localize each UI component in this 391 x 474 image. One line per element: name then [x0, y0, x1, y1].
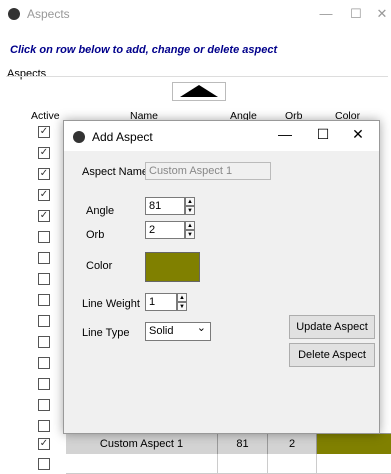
- app-icon: [8, 8, 20, 20]
- line-weight-spin-down[interactable]: ▼: [177, 302, 187, 311]
- cell-angle: 81: [218, 434, 268, 454]
- cell-angle: [218, 454, 268, 473]
- instruction-text: Click on row below to add, change or del…: [10, 44, 278, 56]
- aspect-name-label: Aspect Name: [82, 166, 149, 178]
- app-icon: [73, 131, 85, 143]
- orb-input[interactable]: 2: [145, 221, 185, 239]
- dialog-title: Add Aspect: [92, 130, 153, 144]
- cell-name: Custom Aspect 1: [66, 434, 218, 454]
- active-checkbox[interactable]: [38, 420, 50, 432]
- active-checkbox[interactable]: [38, 231, 50, 243]
- active-checkbox[interactable]: [38, 357, 50, 369]
- color-label: Color: [86, 260, 113, 272]
- active-checkbox[interactable]: [38, 315, 50, 327]
- line-type-select[interactable]: Solid ⌄: [145, 322, 211, 341]
- chevron-down-icon: ⌄: [196, 322, 206, 334]
- active-checkbox[interactable]: ✓: [38, 126, 50, 138]
- active-checkbox[interactable]: ✓: [38, 147, 50, 159]
- close-button[interactable]: ✕: [372, 6, 391, 22]
- update-aspect-button[interactable]: Update Aspect: [289, 315, 375, 339]
- move-up-button[interactable]: [172, 82, 226, 101]
- aspect-name-field[interactable]: Custom Aspect 1: [145, 162, 271, 180]
- dialog-maximize-button[interactable]: ☐: [312, 126, 334, 144]
- active-checkbox[interactable]: [38, 273, 50, 285]
- cell-name: [66, 454, 218, 473]
- orb-label: Orb: [86, 229, 105, 241]
- active-checkbox[interactable]: ✓: [38, 168, 50, 180]
- dialog-close-button[interactable]: ✕: [347, 126, 369, 144]
- cell-color: [317, 434, 391, 454]
- active-checkbox[interactable]: [38, 399, 50, 411]
- orb-spin-down[interactable]: ▼: [185, 230, 195, 239]
- group-divider: [6, 76, 388, 77]
- active-checkbox[interactable]: [38, 294, 50, 306]
- add-aspect-dialog: Add Aspect — ☐ ✕ Aspect Name Custom Aspe…: [63, 120, 380, 434]
- maximize-button[interactable]: ☐: [346, 6, 366, 22]
- active-checkbox[interactable]: [38, 252, 50, 264]
- angle-label: Angle: [86, 205, 115, 217]
- table-row[interactable]: Custom Aspect 1 81 2: [66, 433, 391, 455]
- active-checkbox[interactable]: ✓: [38, 438, 50, 450]
- cell-orb: 2: [268, 434, 317, 454]
- angle-spin-up[interactable]: ▲: [185, 197, 195, 206]
- active-checkbox[interactable]: [38, 378, 50, 390]
- line-weight-spin-up[interactable]: ▲: [177, 293, 187, 302]
- dialog-minimize-button[interactable]: —: [274, 126, 296, 144]
- angle-input[interactable]: 81: [145, 197, 185, 215]
- line-weight-input[interactable]: 1: [145, 293, 177, 311]
- dialog-titlebar: Add Aspect — ☐ ✕: [64, 121, 379, 151]
- active-checkbox[interactable]: ✓: [38, 210, 50, 222]
- line-type-value: Solid: [149, 325, 174, 337]
- aspects-group-label: Aspects: [7, 68, 47, 80]
- cell-orb: [268, 454, 317, 473]
- up-arrow-icon: [180, 85, 218, 97]
- table-row[interactable]: [66, 454, 391, 474]
- delete-aspect-button[interactable]: Delete Aspect: [289, 343, 375, 367]
- active-checkbox[interactable]: [38, 458, 50, 470]
- line-weight-label: Line Weight: [82, 298, 140, 310]
- orb-spin-up[interactable]: ▲: [185, 221, 195, 230]
- active-checkbox[interactable]: [38, 336, 50, 348]
- active-checkbox[interactable]: ✓: [38, 189, 50, 201]
- color-swatch[interactable]: [145, 252, 200, 282]
- window-title: Aspects: [27, 7, 70, 21]
- angle-spin-down[interactable]: ▼: [185, 206, 195, 215]
- minimize-button[interactable]: —: [316, 6, 336, 22]
- line-type-label: Line Type: [82, 327, 130, 339]
- column-header-active[interactable]: Active: [31, 110, 60, 122]
- main-titlebar: Aspects — ☐ ✕: [0, 0, 391, 30]
